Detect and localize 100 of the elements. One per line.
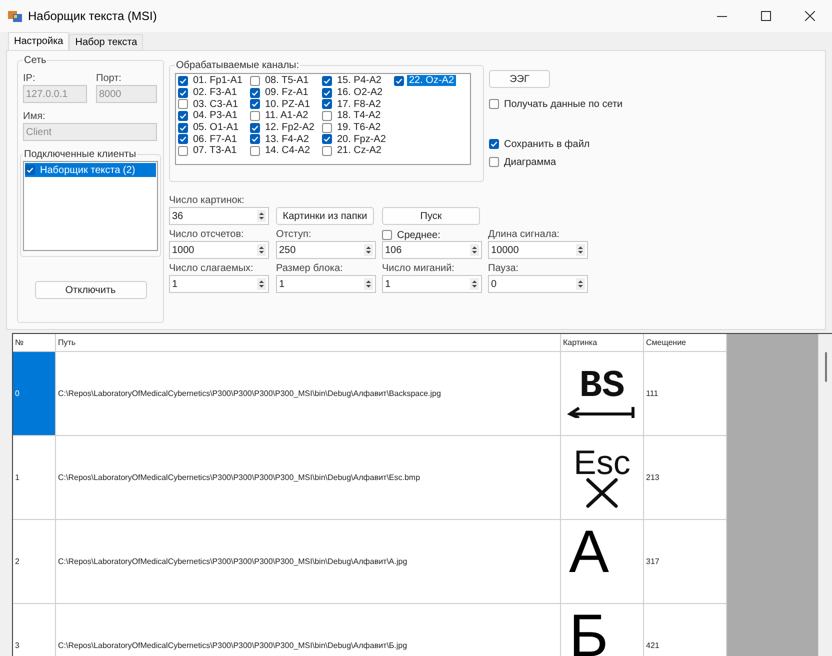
checkmark-icon — [394, 76, 404, 86]
tab[interactable]: Набор текста — [69, 34, 144, 50]
channel-checkbox[interactable]: 19. T6-A2 — [322, 122, 394, 134]
spin-arrows-icon[interactable] — [364, 278, 373, 290]
channel-checkbox[interactable]: 01. Fp1-A1 — [178, 75, 250, 87]
field-label: Длина сигнала: — [488, 228, 561, 241]
column-header[interactable]: Смещение — [644, 334, 727, 352]
tab[interactable]: Настройка — [8, 32, 70, 50]
scrollbar[interactable] — [818, 334, 832, 656]
spin-arrows-icon[interactable] — [470, 244, 479, 256]
group-title: Обрабатываемые каналы: — [175, 60, 300, 71]
channel-checkbox[interactable]: 02. F3-A1 — [178, 86, 250, 98]
spin-arrows-icon[interactable] — [257, 210, 266, 222]
close-icon[interactable] — [805, 11, 815, 21]
spin-arrows-icon[interactable] — [257, 278, 266, 290]
spin-arrows-icon[interactable] — [576, 278, 585, 290]
checkmark-icon — [250, 134, 260, 144]
channel-checkbox[interactable]: 15. P4-A2 — [322, 75, 394, 87]
channel-checkbox[interactable]: 21. Cz-A2 — [322, 145, 394, 157]
channel-checkbox[interactable]: 17. F8-A2 — [322, 98, 394, 110]
field-label: Число миганий: — [382, 262, 456, 275]
number-field[interactable]: 1 — [169, 275, 269, 293]
checkmark-icon — [489, 139, 499, 149]
channel-checkbox[interactable]: 20. Fpz-A2 — [322, 133, 394, 146]
field-label: Имя: — [23, 110, 46, 123]
spin-arrows-icon[interactable] — [470, 278, 479, 290]
option-checkbox[interactable]: Получать данные по сети — [489, 97, 625, 111]
number-field[interactable]: 10000 — [488, 241, 588, 259]
channel-checkbox[interactable]: 05. O1-A1 — [178, 122, 250, 134]
channels-list[interactable] — [175, 73, 471, 165]
checkmark-icon — [178, 76, 188, 86]
eeg-button[interactable]: ЭЭГ — [489, 70, 550, 88]
field-label: Отступ: — [276, 228, 312, 241]
checkmark-icon — [178, 134, 188, 144]
checkmark-icon — [322, 134, 332, 144]
row-header[interactable]: 2 — [13, 520, 56, 604]
column-header[interactable]: Картинка — [561, 334, 644, 352]
number-field[interactable]: 36 — [169, 207, 269, 225]
path-cell: C:\Repos\LaboratoryOfMedicalCybernetics\P300\P300\P300\P300_MSI\bin\Debug\Алфавит\Backspace.jpg — [56, 352, 561, 436]
row-header[interactable]: 3 — [13, 604, 56, 656]
maximize-icon[interactable] — [761, 11, 771, 21]
offset-cell: 421 — [644, 604, 727, 656]
image-text: Б — [569, 607, 608, 656]
channel-checkbox[interactable]: 12. Fp2-A2 — [250, 122, 322, 134]
action-button[interactable]: Пуск — [382, 207, 480, 225]
number-field[interactable]: 1000 — [169, 241, 269, 259]
image-text: Esc — [574, 448, 630, 478]
row-header[interactable]: 1 — [13, 436, 56, 520]
group-title: Сеть — [23, 55, 48, 66]
action-button[interactable]: Картинки из папки — [276, 207, 374, 225]
channel-checkbox[interactable]: 04. P3-A1 — [178, 110, 250, 122]
channel-checkbox[interactable]: 18. T4-A2 — [322, 110, 394, 122]
channel-checkbox[interactable]: 16. O2-A2 — [322, 86, 394, 98]
path-cell: C:\Repos\LaboratoryOfMedicalCybernetics\P300\P300\P300\P300_MSI\bin\Debug\Алфавит\А.jpg — [56, 520, 561, 604]
column-header[interactable]: № — [13, 334, 56, 352]
row-header[interactable]: 0 — [13, 352, 56, 436]
field-label: Число слагаемых: — [169, 262, 254, 275]
disconnect-button[interactable]: Отключить — [34, 281, 146, 299]
cross-icon — [585, 478, 619, 508]
column-header[interactable]: Путь — [56, 334, 561, 352]
number-field[interactable]: 106 — [382, 241, 482, 259]
path-cell: C:\Repos\LaboratoryOfMedicalCybernetics\P300\P300\P300\P300_MSI\bin\Debug\Алфавит\Б.jpg — [56, 604, 561, 656]
checkmark-icon — [178, 88, 188, 98]
offset-cell: 317 — [644, 520, 727, 604]
channel-checkbox[interactable]: 06. F7-A1 — [178, 133, 250, 146]
option-checkbox[interactable]: Сохранить в файл — [489, 137, 625, 151]
checkmark-icon — [178, 122, 188, 133]
path-cell: C:\Repos\LaboratoryOfMedicalCybernetics\P300\P300\P300\P300_MSI\bin\Debug\Алфавит\Esc.bmp — [56, 436, 561, 520]
option-checkbox[interactable]: Диаграмма — [489, 155, 625, 169]
spin-arrows-icon[interactable] — [257, 244, 266, 256]
number-field[interactable]: 0 — [488, 275, 588, 293]
checkmark-icon — [322, 88, 332, 98]
channel-checkbox[interactable]: 14. C4-A2 — [250, 145, 322, 157]
channel-checkbox[interactable]: 13. F4-A2 — [250, 133, 322, 146]
channel-checkbox[interactable]: 03. C3-A1 — [178, 98, 250, 110]
spin-arrows-icon[interactable] — [364, 244, 373, 256]
group-title: Подключенные клиенты — [23, 149, 138, 160]
field-label: Размер блока: — [276, 262, 344, 275]
number-field[interactable]: 1 — [276, 275, 376, 293]
checkmark-icon — [178, 110, 188, 121]
number-field[interactable]: 250 — [276, 241, 376, 259]
channel-checkbox[interactable]: 11. A1-A2 — [250, 110, 322, 122]
clients-list[interactable]: Наборщик текста (2) — [23, 161, 158, 251]
channel-checkbox[interactable]: 08. T5-A1 — [250, 75, 322, 87]
average-checkbox[interactable]: Среднее: — [382, 229, 488, 241]
checkmark-icon — [322, 99, 332, 110]
app-icon — [8, 10, 22, 22]
number-field[interactable]: 1 — [382, 275, 482, 293]
field-label: Пауза: — [488, 262, 520, 275]
field-label: Число отсчетов: — [169, 228, 245, 241]
channel-checkbox[interactable]: 07. T3-A1 — [178, 145, 250, 157]
offset-cell: 111 — [644, 352, 727, 436]
image-text: BS — [579, 370, 625, 404]
client-item[interactable]: Наборщик текста (2) — [25, 163, 156, 177]
spin-arrows-icon[interactable] — [576, 244, 585, 256]
field-label: Число картинок: — [169, 194, 246, 207]
channel-checkbox[interactable]: 10. PZ-A1 — [250, 98, 322, 110]
field-label: Порт: — [96, 72, 122, 85]
field-label: IP: — [23, 72, 36, 85]
channel-checkbox[interactable]: 09. Fz-A1 — [250, 86, 322, 98]
